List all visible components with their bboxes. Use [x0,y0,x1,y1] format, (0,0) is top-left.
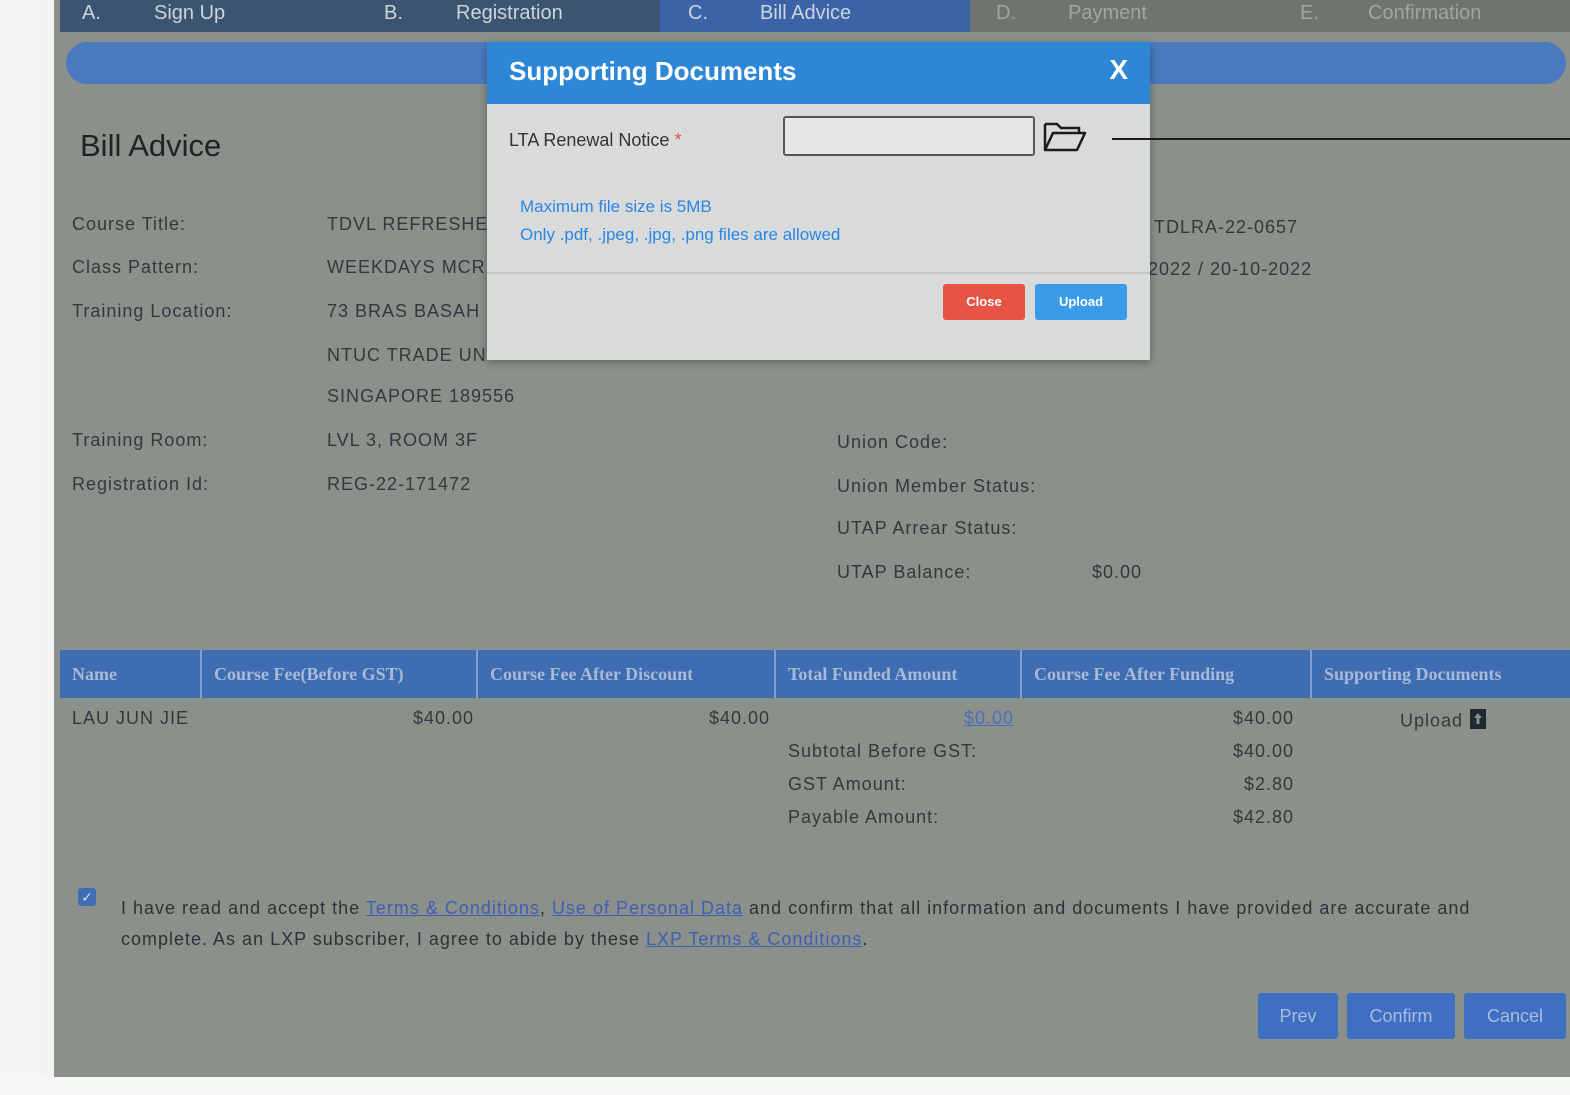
max-file-size-note: Maximum file size is 5MB [520,197,712,216]
terms-separator: , [539,898,546,918]
row-name: LAU JUN JIE [72,708,190,728]
step-letter: D. [996,2,1016,24]
terms-text: I have read and accept the Terms & Condi… [121,893,1541,955]
step-payment: D. Payment [996,0,1256,32]
cancel-button[interactable]: Cancel [1464,993,1566,1039]
step-label: Sign Up [154,2,226,24]
step-label: Payment [1068,2,1147,24]
course-title-label: Course Title: [72,214,187,234]
modal-close-icon[interactable]: X [1109,54,1128,86]
training-location-line2: NTUC TRADE UN [327,345,487,365]
col-fee-before-gst: Course Fee(Before GST) [202,650,478,698]
lta-renewal-notice-label: LTA Renewal Notice * [509,130,681,151]
total-funded-link[interactable]: $0.00 [864,708,1014,729]
step-confirmation: E. Confirmation [1300,0,1560,32]
training-room-value: LVL 3, ROOM 3F [327,430,479,450]
col-supporting-docs: Supporting Documents [1324,664,1502,684]
utap-balance-value: $0.00 [1092,562,1143,582]
union-member-status-label: Union Member Status: [837,476,1037,496]
step-label: Bill Advice [760,2,852,24]
col-name: Name [60,650,202,698]
terms-text-end: . [862,929,869,949]
registration-id-value: REG-22-171472 [327,474,472,494]
step-label: Confirmation [1368,2,1482,24]
field-label-text: LTA Renewal Notice [509,130,670,150]
step-letter: B. [384,2,403,24]
subtotal-label: Subtotal Before GST: [788,741,978,761]
row-fee-before-gst: $40.00 [412,708,474,728]
upload-icon [1469,708,1487,735]
step-letter: A. [82,2,101,24]
prev-button[interactable]: Prev [1258,993,1338,1039]
annotation-pointer-line [1112,138,1570,140]
subtotal-value: $40.00 [1232,741,1294,761]
gst-amount-label: GST Amount: [788,774,907,794]
payable-amount-label: Payable Amount: [788,807,940,827]
col-fee-after-funding: Course Fee After Funding [1022,650,1312,698]
window-margin [0,0,40,1095]
col-total-funded: Total Funded Amount [776,650,1022,698]
step-sign-up: A. Sign Up [82,0,342,32]
accept-terms-checkbox[interactable]: ✓ [78,888,96,906]
upload-supporting-docs-link[interactable]: Upload [1400,708,1487,735]
step-letter: E. [1300,2,1319,24]
browse-folder-icon[interactable] [1042,120,1088,154]
class-pattern-value: WEEKDAYS MCR [327,257,486,277]
training-location-line1: 73 BRAS BASAH [327,301,481,321]
modal-close-button[interactable]: Close [943,284,1025,320]
page-title: Bill Advice [80,128,222,163]
lxp-terms-link[interactable]: LXP Terms & Conditions [646,929,862,949]
modal-divider [487,272,1150,274]
terms-conditions-link[interactable]: Terms & Conditions [366,898,540,918]
upload-link-label: Upload [1400,710,1464,731]
step-bill-advice: C. Bill Advice [688,0,948,32]
training-location-line3: SINGAPORE 189556 [327,386,516,406]
row-fee-after-discount: $40.00 [708,708,770,728]
allowed-file-types-note: Only .pdf, .jpeg, .jpg, .png files are a… [520,225,841,244]
terms-text-part: I have read and accept the [121,898,361,918]
training-location-label: Training Location: [72,301,233,321]
window-bottom-margin [0,1077,1570,1095]
utap-balance-label: UTAP Balance: [837,562,972,582]
modal-title: Supporting Documents [509,56,797,86]
supporting-documents-modal: Supporting Documents X LTA Renewal Notic… [487,42,1150,360]
confirm-button[interactable]: Confirm [1347,993,1455,1039]
file-path-input[interactable] [783,116,1035,156]
modal-upload-button[interactable]: Upload [1035,284,1127,320]
payable-amount-value: $42.80 [1232,807,1294,827]
fees-table-header: Name Course Fee(Before GST) Course Fee A… [60,650,1570,698]
union-code-label: Union Code: [837,432,949,452]
step-label: Registration [456,2,563,24]
modal-header: Supporting Documents X [487,42,1150,104]
course-title-value: TDVL REFRESHE [327,214,489,234]
registration-id-label: Registration Id: [72,474,210,494]
utap-arrear-status-label: UTAP Arrear Status: [837,518,1018,538]
required-mark: * [674,130,682,150]
step-registration: B. Registration [384,0,644,32]
col-fee-after-discount: Course Fee After Discount [478,650,776,698]
course-run-id-value: TDLRA-22-0657 [1154,217,1299,237]
personal-data-link[interactable]: Use of Personal Data [552,898,743,918]
gst-amount-value: $2.80 [1243,774,1294,794]
row-fee-after-funding: $40.00 [1232,708,1294,728]
class-pattern-label: Class Pattern: [72,257,200,277]
training-room-label: Training Room: [72,430,209,450]
course-dates-value: 2022 / 20-10-2022 [1148,259,1313,279]
step-letter: C. [688,2,708,24]
progress-steps: A. Sign Up B. Registration C. Bill Advic… [60,0,1570,32]
